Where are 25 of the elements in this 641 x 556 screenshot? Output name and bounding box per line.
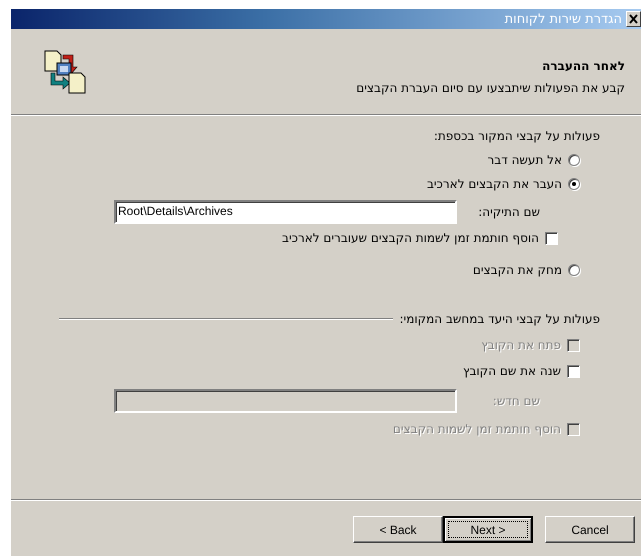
documents-arrows-icon <box>43 49 87 95</box>
page-subtitle: קבע את הפעולות שיתבצעו עם סיום העברת הקבצים <box>355 81 625 95</box>
checkbox-label: פתח את הקובץ <box>481 338 561 352</box>
radio-button[interactable] <box>568 154 580 166</box>
radio-label: העבר את הקבצים לארכיב <box>426 177 562 191</box>
checkbox-label: הוסף חותמת זמן לשמות הקבצים <box>392 422 561 436</box>
input-field[interactable]: Root\Details\Archives <box>114 200 457 224</box>
radio-label: אל תעשה דבר <box>488 153 562 167</box>
radio-button[interactable] <box>568 264 580 276</box>
checkbox[interactable] <box>545 232 558 244</box>
section-label: פעולות על קבצי היעד במחשב המקומי: <box>399 312 600 326</box>
wizard-button[interactable]: Cancel <box>545 516 635 543</box>
checkbox-label: הוסף חותמת זמן לשמות הקבצים שעוברים לארכיב <box>282 231 539 245</box>
close-icon[interactable] <box>626 11 641 27</box>
section-label: פעולות על קבצי המקור בכספת: <box>434 129 600 143</box>
wizard-button[interactable]: < Back <box>353 516 443 543</box>
checkbox-label: שנה את שם הקובץ <box>463 364 561 378</box>
field-label: שם חדש: <box>492 394 540 408</box>
wizard-button[interactable]: Next > <box>443 516 533 543</box>
window-title: הגדרת שירות לקוחות <box>504 12 623 26</box>
page-title: לאחר ההעברה <box>541 59 625 73</box>
field-label: שם התיקיה: <box>477 205 540 219</box>
radio-label: מחק את הקבצים <box>472 263 562 277</box>
radio-button[interactable] <box>568 178 580 190</box>
checkbox[interactable] <box>567 364 580 378</box>
